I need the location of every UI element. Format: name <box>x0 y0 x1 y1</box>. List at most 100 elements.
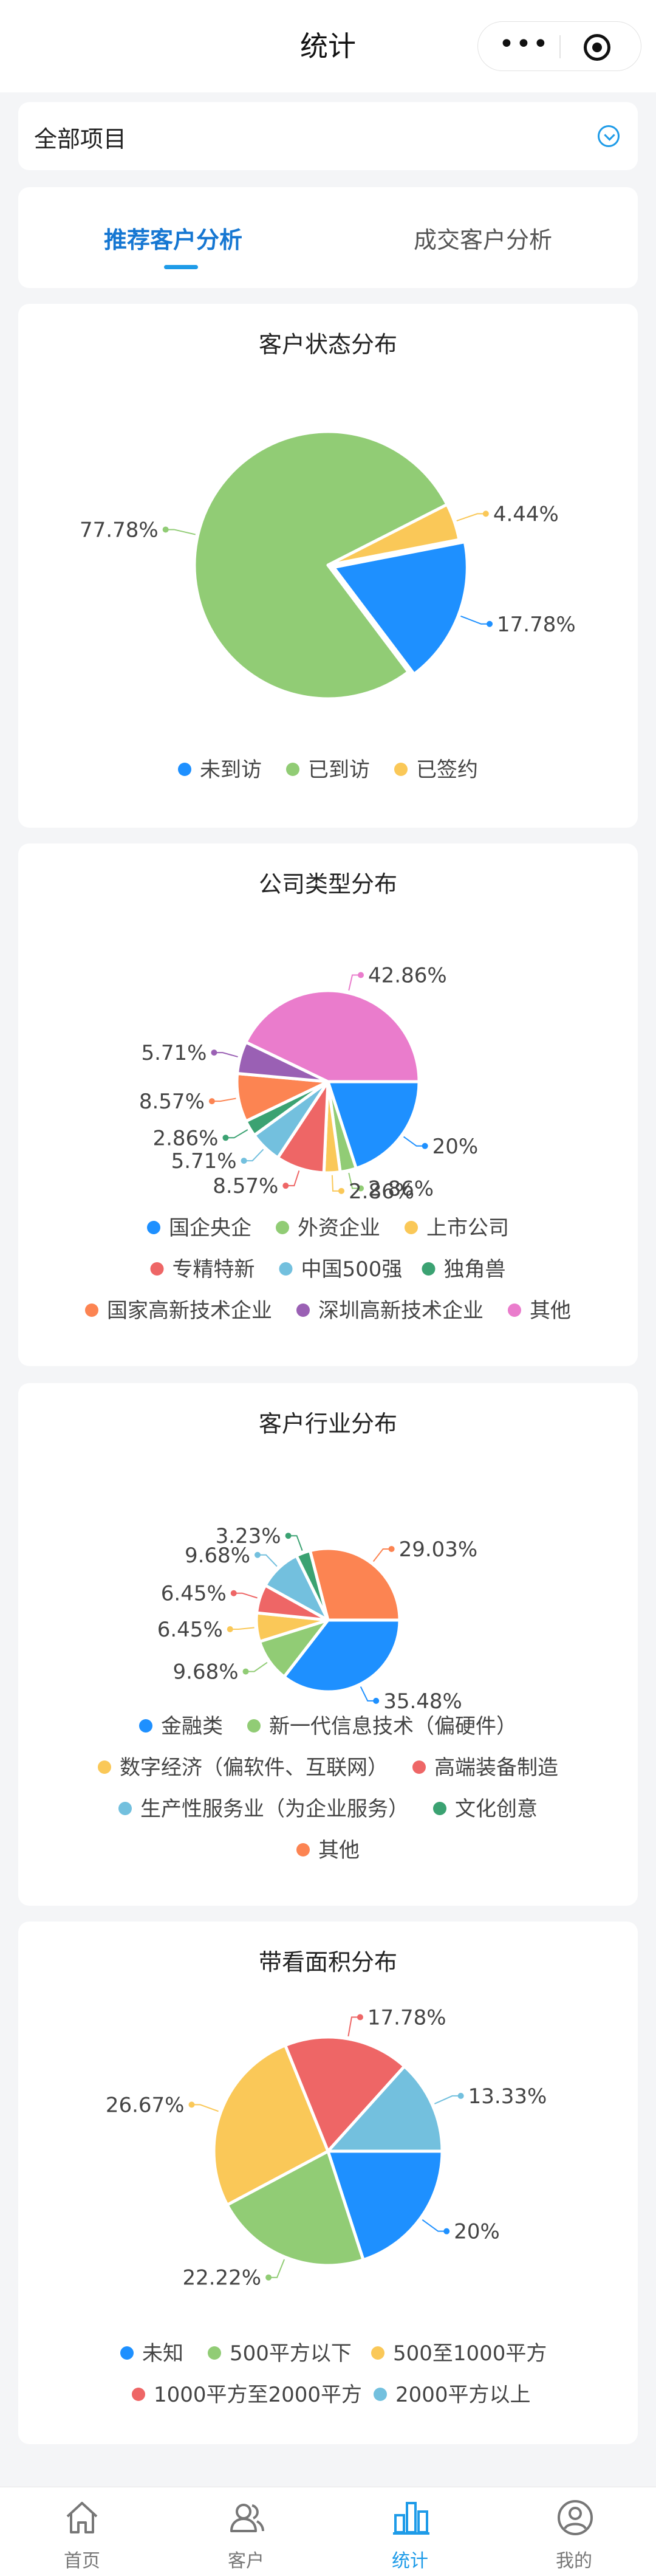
label-dot <box>188 2101 195 2108</box>
slice-percent-label: 20% <box>454 2220 500 2244</box>
slice-percent-label: 5.71% <box>171 1149 237 1173</box>
capsule-divider <box>559 35 561 58</box>
legend-label: 未知 <box>142 2341 183 2366</box>
chart-legend: 国企央企 外资企业 上市公司专精特新 中国500强 独角兽国家高新技术企业 深圳高新技术企… <box>85 1216 571 1323</box>
legend-label: 已签约 <box>416 758 478 782</box>
legend-marker <box>296 1843 310 1856</box>
legend-marker <box>296 1303 310 1317</box>
tabbar-item-stats[interactable]: 统计 <box>328 2487 492 2576</box>
active-tab-indicator <box>164 265 198 269</box>
slice-percent-label: 42.86% <box>368 964 447 988</box>
chart-legend: 未到访 已到访 已签约 <box>178 758 478 782</box>
label-leader-line <box>360 1686 377 1702</box>
label-leader-line <box>434 2095 461 2104</box>
legend-marker <box>412 1760 426 1774</box>
slice-percent-label: 8.57% <box>139 1090 205 1114</box>
legend-label: 高端装备制造 <box>434 1756 558 1780</box>
label-dot <box>230 1590 237 1596</box>
mini-program-capsule: ••• <box>477 21 641 71</box>
legend-marker <box>118 1802 132 1815</box>
legend-marker <box>279 1262 293 1276</box>
pie-slices <box>235 989 421 1175</box>
label-leader-line <box>211 1097 236 1102</box>
label-dot <box>457 2092 464 2099</box>
project-select[interactable]: 全部项目 <box>18 102 638 170</box>
tabbar-label: 客户 <box>228 2550 264 2572</box>
customers-icon <box>230 2504 264 2532</box>
label-dot <box>242 1668 249 1675</box>
label-dot <box>357 2014 363 2021</box>
slice-percent-label: 22.22% <box>182 2266 261 2290</box>
project-select-value: 全部项目 <box>34 126 127 153</box>
pie-slices <box>255 1547 401 1694</box>
label-dot <box>222 1135 229 1141</box>
slice-percent-label: 9.68% <box>173 1660 239 1685</box>
slice-percent-label: 4.44% <box>493 502 559 526</box>
chart-legend: 金融类 新一代信息技术（偏硬件） 数字经济（偏软件、互联网） 高端装备制造生产性服务业… <box>98 1714 558 1863</box>
legend-label: 外资企业 <box>298 1216 380 1240</box>
legend-label: 未到访 <box>200 758 262 782</box>
label-leader-line <box>245 1661 268 1672</box>
legend-marker <box>178 763 191 776</box>
chart-card-customer-industry: 客户行业分布 35.48% 9.68% 6.45% 6.45% 9.68% 3.23% 29… <box>18 1383 638 1906</box>
label-leader-line <box>422 2219 447 2232</box>
tabbar-item-profile[interactable]: 我的 <box>492 2487 656 2576</box>
legend-label: 深圳高新技术企业 <box>318 1299 483 1323</box>
legend-label: 国家高新技术企业 <box>107 1299 272 1323</box>
legend-label: 500平方以下 <box>230 2341 352 2366</box>
tabbar-item-home[interactable]: 首页 <box>0 2487 164 2576</box>
label-leader-line <box>191 2104 219 2112</box>
label-dot <box>255 1551 261 1558</box>
stats-icon <box>393 2502 429 2535</box>
label-leader-line <box>288 1535 303 1551</box>
legend-marker <box>286 763 299 776</box>
legend-marker <box>433 1802 446 1815</box>
legend-label: 新一代信息技术（偏硬件） <box>269 1714 517 1739</box>
legend-marker <box>276 1221 289 1234</box>
chart-legend: 未知 500平方以下 500至1000平方 1000平方至2000平方 2000平方以上 <box>120 2341 547 2407</box>
slice-percent-label: 35.48% <box>383 1689 462 1714</box>
tab-recommended-customers[interactable]: 推荐客户分析 <box>18 221 328 255</box>
bottom-tab-bar: 首页 客户 统计 我的 <box>0 2487 656 2576</box>
more-dots-icon[interactable]: ••• <box>499 31 548 58</box>
tabbar-label: 首页 <box>64 2550 100 2572</box>
legend-marker <box>508 1303 521 1317</box>
label-leader-line <box>225 1129 248 1139</box>
legend-marker <box>132 2388 145 2401</box>
home-icon <box>66 2502 98 2533</box>
tabbar-label: 我的 <box>556 2550 592 2572</box>
chevron-down-circle-icon[interactable] <box>598 125 620 147</box>
target-icon[interactable] <box>584 34 610 61</box>
profile-icon <box>558 2500 593 2535</box>
slice-percent-label: 2.86% <box>152 1126 218 1150</box>
legend-marker <box>147 1221 160 1234</box>
pie-slices <box>212 2035 444 2267</box>
slice-percent-label: 13.33% <box>468 2084 547 2109</box>
chart-card-company-type: 公司类型分布 20% 2.86% 2.86% 8.57% 5.71% 2.86% 8.57%… <box>18 843 638 1366</box>
legend-marker <box>371 2346 384 2360</box>
label-leader-line <box>403 1136 425 1147</box>
pie-chart-company-type: 20%2.86%2.86%8.57%5.71%2.86%8.57%5.71%42… <box>85 964 571 1323</box>
legend-marker <box>120 2346 134 2360</box>
label-dot <box>443 2228 450 2234</box>
tabbar-item-customers[interactable]: 客户 <box>164 2487 328 2576</box>
slice-percent-label: 6.45% <box>157 1618 223 1642</box>
label-leader-line <box>347 2016 360 2037</box>
legend-label: 独角兽 <box>444 1257 506 1282</box>
tabbar-label: 统计 <box>392 2550 428 2572</box>
label-leader-line <box>372 1548 392 1562</box>
slice-percent-label: 17.78% <box>497 613 576 637</box>
legend-marker <box>247 1719 261 1733</box>
slice-percent-label: 26.67% <box>106 2093 185 2117</box>
pie-chart-viewing-area: 20% 22.22% 26.67% 17.78% 13.33% 未知 500平方以下 500至… <box>106 2005 547 2407</box>
legend-marker <box>394 763 408 776</box>
legend-marker <box>405 1221 418 1234</box>
tab-closed-customers[interactable]: 成交客户分析 <box>328 221 638 255</box>
legend-label: 500至1000平方 <box>393 2341 547 2366</box>
pie-chart-customer-industry: 35.48%9.68%6.45%6.45%9.68%3.23%29.03%金融类… <box>98 1524 558 1863</box>
legend-label: 文化创意 <box>455 1797 538 1821</box>
label-leader-line <box>268 2259 285 2278</box>
slice-percent-label: 3.23% <box>216 1524 281 1548</box>
slice-percent-label: 8.57% <box>213 1174 278 1198</box>
label-dot <box>373 1697 380 1704</box>
